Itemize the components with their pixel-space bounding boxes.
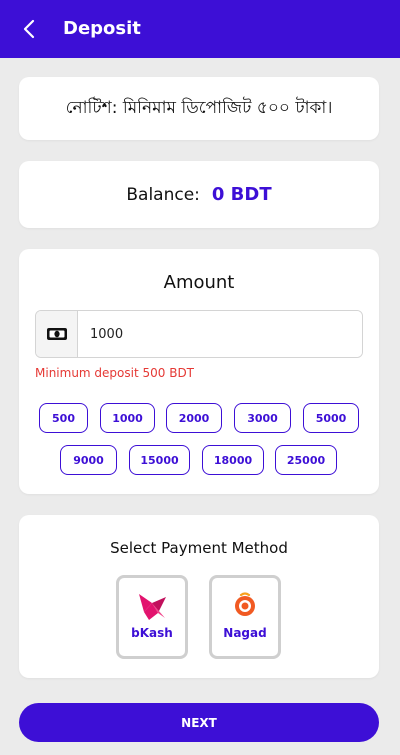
app-header: Deposit xyxy=(0,0,400,58)
balance-card: Balance: 0 BDT xyxy=(19,161,379,228)
page-title: Deposit xyxy=(63,18,141,39)
nagad-logo-wrap xyxy=(212,592,278,618)
notice-card: নোটিশ: মিনিমাম ডিপোজিট ৫০০ টাকা। xyxy=(19,77,379,140)
amount-chip-18000[interactable]: 18000 xyxy=(202,445,264,475)
amount-chip-9000[interactable]: 9000 xyxy=(60,445,117,475)
minimum-deposit-message: Minimum deposit 500 BDT xyxy=(35,366,195,380)
money-icon-box xyxy=(36,311,78,357)
amount-chip-25000[interactable]: 25000 xyxy=(275,445,337,475)
amount-title: Amount xyxy=(163,272,235,293)
balance-value: 0 BDT xyxy=(211,184,272,205)
amount-input[interactable] xyxy=(78,311,362,357)
balance-label: Balance: xyxy=(126,184,200,205)
amount-chip-5000[interactable]: 5000 xyxy=(303,403,359,433)
amount-chip-2000[interactable]: 2000 xyxy=(166,403,222,433)
money-icon xyxy=(46,328,67,340)
nagad-logo-icon xyxy=(235,592,255,616)
amount-chip-3000[interactable]: 3000 xyxy=(234,403,291,433)
payment-option-nagad[interactable]: Nagad xyxy=(209,575,281,659)
notice-text: নোটিশ: মিনিমাম ডিপোজিট ৫০০ টাকা। xyxy=(65,97,333,118)
nagad-label: Nagad xyxy=(223,626,267,640)
next-button[interactable]: NEXT xyxy=(19,703,379,742)
amount-chip-500[interactable]: 500 xyxy=(39,403,88,433)
bkash-logo-wrap xyxy=(119,592,185,622)
payment-method-title: Select Payment Method xyxy=(110,539,288,557)
payment-method-card: Select Payment Method bKash Nagad xyxy=(19,515,379,678)
amount-card: Amount Minimum deposit 500 BDT 500 1000 … xyxy=(19,249,379,494)
payment-option-bkash[interactable]: bKash xyxy=(116,575,188,659)
amount-chip-1000[interactable]: 1000 xyxy=(100,403,155,433)
amount-field[interactable] xyxy=(35,310,363,358)
bkash-label: bKash xyxy=(131,626,173,640)
amount-chip-15000[interactable]: 15000 xyxy=(129,445,190,475)
back-arrow-icon[interactable] xyxy=(18,17,42,41)
bkash-logo-icon xyxy=(139,594,166,620)
